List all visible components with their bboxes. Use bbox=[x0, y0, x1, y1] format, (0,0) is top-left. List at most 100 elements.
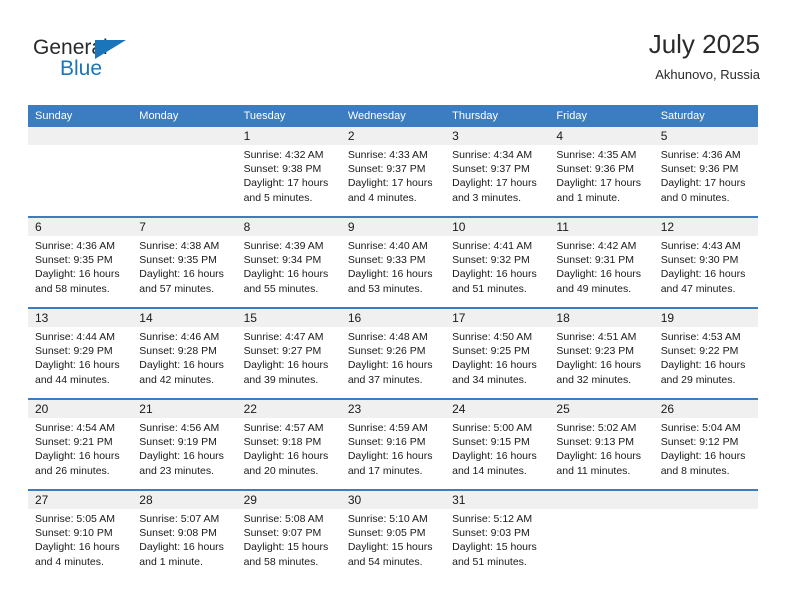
day-number[interactable]: 7 bbox=[132, 216, 237, 236]
day-cell[interactable]: Sunrise: 4:57 AM Sunset: 9:18 PM Dayligh… bbox=[236, 418, 341, 490]
sunset-text: Sunset: 9:22 PM bbox=[660, 345, 739, 358]
day-number[interactable]: 3 bbox=[445, 127, 550, 145]
sunset-text: Sunset: 9:13 PM bbox=[556, 436, 635, 449]
day-cell[interactable]: Sunrise: 5:00 AM Sunset: 9:15 PM Dayligh… bbox=[445, 418, 550, 490]
day-cell[interactable] bbox=[28, 145, 133, 217]
day-cell[interactable]: Sunrise: 5:02 AM Sunset: 9:13 PM Dayligh… bbox=[549, 418, 654, 490]
day-number[interactable]: 13 bbox=[28, 307, 133, 327]
day-number[interactable]: 24 bbox=[445, 398, 550, 418]
daylight-text-line2: and 49 minutes. bbox=[556, 282, 632, 295]
day-number[interactable]: 8 bbox=[236, 216, 341, 236]
day-number[interactable] bbox=[549, 489, 654, 509]
day-number[interactable]: 4 bbox=[549, 127, 654, 145]
day-number[interactable]: 11 bbox=[549, 216, 654, 236]
day-number[interactable] bbox=[132, 127, 237, 145]
day-number[interactable]: 23 bbox=[340, 398, 446, 418]
sunrise-text: Sunrise: 4:34 AM bbox=[452, 149, 533, 161]
day-number[interactable]: 2 bbox=[340, 127, 446, 145]
day-cell[interactable]: Sunrise: 4:34 AM Sunset: 9:37 PM Dayligh… bbox=[445, 145, 550, 217]
day-cell[interactable]: Sunrise: 4:48 AM Sunset: 9:26 PM Dayligh… bbox=[340, 327, 446, 399]
day-cell[interactable] bbox=[653, 509, 758, 581]
day-cell[interactable]: Sunrise: 4:35 AM Sunset: 9:36 PM Dayligh… bbox=[549, 145, 654, 217]
day-cell[interactable] bbox=[132, 145, 237, 217]
day-cell[interactable]: Sunrise: 5:08 AM Sunset: 9:07 PM Dayligh… bbox=[236, 509, 341, 581]
day-number[interactable]: 26 bbox=[653, 398, 758, 418]
day-number[interactable]: 10 bbox=[445, 216, 550, 236]
general-blue-logo: General Blue bbox=[33, 36, 163, 88]
day-cell[interactable]: Sunrise: 4:36 AM Sunset: 9:35 PM Dayligh… bbox=[28, 236, 133, 308]
sunset-text: Sunset: 9:36 PM bbox=[556, 163, 635, 176]
day-number[interactable]: 28 bbox=[132, 489, 237, 509]
day-cell[interactable]: Sunrise: 4:56 AM Sunset: 9:19 PM Dayligh… bbox=[132, 418, 237, 490]
daylight-text-line1: Daylight: 15 hours bbox=[347, 541, 433, 554]
day-cell[interactable]: Sunrise: 4:43 AM Sunset: 9:30 PM Dayligh… bbox=[653, 236, 758, 308]
sunrise-text: Sunrise: 4:40 AM bbox=[347, 240, 428, 252]
daylight-text-line1: Daylight: 16 hours bbox=[139, 359, 224, 372]
day-cell[interactable]: Sunrise: 4:53 AM Sunset: 9:22 PM Dayligh… bbox=[653, 327, 758, 399]
day-cell[interactable]: Sunrise: 5:05 AM Sunset: 9:10 PM Dayligh… bbox=[28, 509, 133, 581]
day-cell[interactable]: Sunrise: 4:36 AM Sunset: 9:36 PM Dayligh… bbox=[653, 145, 758, 217]
day-number[interactable]: 15 bbox=[236, 307, 341, 327]
day-number[interactable]: 27 bbox=[28, 489, 133, 509]
daylight-text-line2: and 8 minutes. bbox=[660, 464, 730, 477]
day-number[interactable]: 31 bbox=[445, 489, 550, 509]
day-number[interactable]: 25 bbox=[549, 398, 654, 418]
day-number[interactable] bbox=[28, 127, 133, 145]
day-number[interactable]: 14 bbox=[132, 307, 237, 327]
daylight-text-line2: and 26 minutes. bbox=[35, 464, 110, 477]
sunrise-text: Sunrise: 5:10 AM bbox=[347, 513, 428, 525]
sunset-text: Sunset: 9:21 PM bbox=[35, 436, 113, 449]
day-cell[interactable]: Sunrise: 4:32 AM Sunset: 9:38 PM Dayligh… bbox=[236, 145, 341, 217]
day-cell[interactable]: Sunrise: 5:12 AM Sunset: 9:03 PM Dayligh… bbox=[445, 509, 550, 581]
sunrise-text: Sunrise: 4:46 AM bbox=[139, 331, 220, 343]
day-cell[interactable]: Sunrise: 4:54 AM Sunset: 9:21 PM Dayligh… bbox=[28, 418, 133, 490]
day-cell[interactable]: Sunrise: 4:40 AM Sunset: 9:33 PM Dayligh… bbox=[340, 236, 446, 308]
daylight-text-line1: Daylight: 16 hours bbox=[452, 450, 537, 463]
daylight-text-line2: and 47 minutes. bbox=[660, 282, 736, 295]
daylight-text-line1: Daylight: 16 hours bbox=[35, 450, 120, 463]
day-cell[interactable]: Sunrise: 4:44 AM Sunset: 9:29 PM Dayligh… bbox=[28, 327, 133, 399]
sunset-text: Sunset: 9:18 PM bbox=[243, 436, 322, 449]
daylight-text-line1: Daylight: 16 hours bbox=[660, 450, 746, 463]
day-cell[interactable]: Sunrise: 4:47 AM Sunset: 9:27 PM Dayligh… bbox=[236, 327, 341, 399]
sunrise-text: Sunrise: 4:48 AM bbox=[347, 331, 428, 343]
sunset-text: Sunset: 9:30 PM bbox=[660, 254, 739, 267]
day-cell[interactable]: Sunrise: 4:41 AM Sunset: 9:32 PM Dayligh… bbox=[445, 236, 550, 308]
day-cell[interactable]: Sunrise: 5:10 AM Sunset: 9:05 PM Dayligh… bbox=[340, 509, 446, 581]
day-cell[interactable]: Sunrise: 4:46 AM Sunset: 9:28 PM Dayligh… bbox=[132, 327, 237, 399]
day-number[interactable]: 30 bbox=[340, 489, 446, 509]
day-cell[interactable]: Sunrise: 4:39 AM Sunset: 9:34 PM Dayligh… bbox=[236, 236, 341, 308]
day-number[interactable]: 16 bbox=[340, 307, 446, 327]
day-number[interactable]: 22 bbox=[236, 398, 341, 418]
day-cell[interactable]: Sunrise: 4:59 AM Sunset: 9:16 PM Dayligh… bbox=[340, 418, 446, 490]
day-cell[interactable]: Sunrise: 4:42 AM Sunset: 9:31 PM Dayligh… bbox=[549, 236, 654, 308]
sunset-text: Sunset: 9:34 PM bbox=[243, 254, 322, 267]
day-cell[interactable]: Sunrise: 4:38 AM Sunset: 9:35 PM Dayligh… bbox=[132, 236, 237, 308]
day-cell[interactable]: Sunrise: 4:50 AM Sunset: 9:25 PM Dayligh… bbox=[445, 327, 550, 399]
day-number[interactable]: 29 bbox=[236, 489, 341, 509]
sunrise-text: Sunrise: 4:43 AM bbox=[660, 240, 741, 252]
day-cell[interactable]: Sunrise: 5:07 AM Sunset: 9:08 PM Dayligh… bbox=[132, 509, 237, 581]
sunrise-text: Sunrise: 4:51 AM bbox=[556, 331, 637, 343]
daylight-text-line2: and 4 minutes. bbox=[35, 555, 104, 568]
day-cell[interactable]: Sunrise: 5:04 AM Sunset: 9:12 PM Dayligh… bbox=[653, 418, 758, 490]
day-number[interactable]: 20 bbox=[28, 398, 133, 418]
day-number[interactable]: 9 bbox=[340, 216, 446, 236]
day-cell[interactable]: Sunrise: 4:33 AM Sunset: 9:37 PM Dayligh… bbox=[340, 145, 446, 217]
day-number[interactable]: 6 bbox=[28, 216, 133, 236]
day-number[interactable]: 17 bbox=[445, 307, 550, 327]
day-number[interactable]: 21 bbox=[132, 398, 237, 418]
day-number[interactable]: 19 bbox=[653, 307, 758, 327]
week-details-row: Sunrise: 4:36 AM Sunset: 9:35 PM Dayligh… bbox=[28, 236, 758, 308]
day-cell[interactable]: Sunrise: 4:51 AM Sunset: 9:23 PM Dayligh… bbox=[549, 327, 654, 399]
sunset-text: Sunset: 9:15 PM bbox=[452, 436, 530, 449]
day-number[interactable]: 18 bbox=[549, 307, 654, 327]
day-number[interactable] bbox=[653, 489, 758, 509]
day-number[interactable]: 1 bbox=[236, 127, 341, 145]
daylight-text-line1: Daylight: 16 hours bbox=[139, 541, 224, 554]
week-daynumbers-row: 20 21 22 23 24 25 26 bbox=[28, 398, 758, 418]
day-cell[interactable] bbox=[549, 509, 654, 581]
day-number[interactable]: 5 bbox=[653, 127, 758, 145]
day-number[interactable]: 12 bbox=[653, 216, 758, 236]
daylight-text-line1: Daylight: 16 hours bbox=[347, 359, 433, 372]
